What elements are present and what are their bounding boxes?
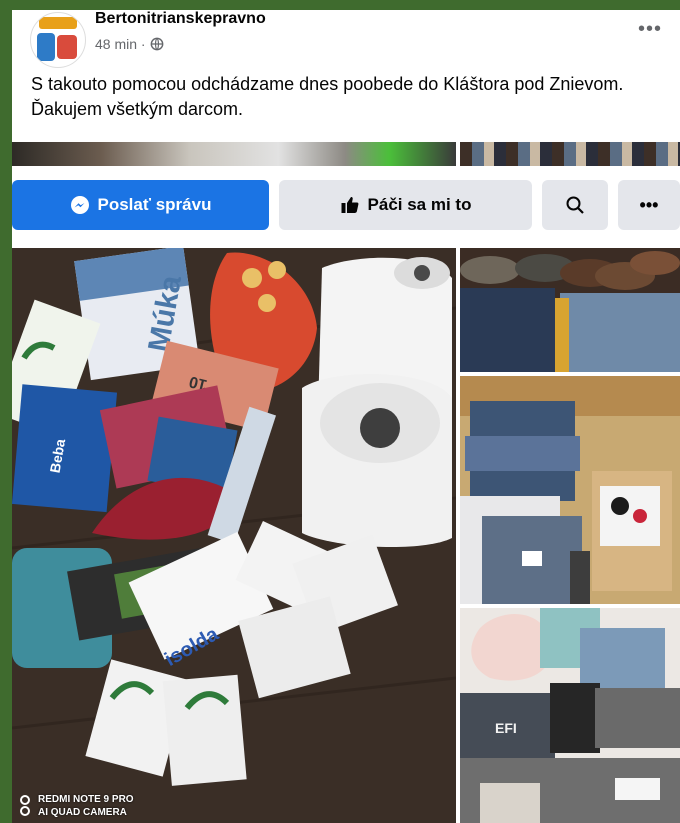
camera-line-2: AI QUAD CAMERA (38, 807, 127, 818)
globe-icon (150, 37, 163, 51)
post-card: Bertonitrianskepravno 48 min · ••• S tak… (12, 10, 680, 823)
photo-main[interactable]: Múka 10 Beba isolda REDMI NOTE 9 PRO AI … (12, 248, 456, 823)
textiles-photo: EFI (460, 608, 680, 823)
photo-grid: Múka 10 Beba isolda REDMI NOTE 9 PRO AI … (12, 248, 680, 823)
page-name[interactable]: Bertonitrianskepravno (95, 10, 266, 28)
messenger-icon (70, 196, 89, 214)
photo-textiles[interactable]: EFI (460, 608, 680, 823)
camera-line-1: REDMI NOTE 9 PRO (38, 794, 134, 805)
shoes-photo (460, 248, 680, 372)
like-page-button[interactable]: Páči sa mi to (279, 180, 532, 230)
more-icon: ••• (639, 194, 659, 215)
page-avatar[interactable] (30, 12, 86, 68)
box-label-text: EFI (495, 720, 517, 736)
donations-photo: Múka 10 Beba isolda (12, 248, 456, 823)
clothes-box-photo (460, 376, 680, 604)
post-meta: 48 min · (95, 36, 164, 52)
camera-logo-icon (20, 795, 30, 816)
thumbs-up-icon (341, 197, 358, 213)
send-message-button[interactable]: Poslať správu (12, 180, 269, 230)
page-actions: Poslať správu Páči sa mi to ••• (12, 180, 680, 232)
camera-watermark: REDMI NOTE 9 PRO AI QUAD CAMERA (18, 793, 134, 819)
like-label: Páči sa mi to (367, 195, 472, 214)
search-icon (566, 196, 584, 214)
photo-shoes-clothes[interactable] (460, 248, 680, 372)
photo-clothes-box[interactable] (460, 376, 680, 604)
more-button[interactable]: ••• (618, 180, 680, 230)
send-message-label: Poslať správu (97, 195, 212, 214)
post-text: S takouto pomocou odchádzame dnes poobed… (31, 74, 624, 119)
search-button[interactable] (542, 180, 608, 230)
cover-photo-strip (12, 142, 680, 166)
post-options-icon[interactable]: ••• (638, 18, 662, 41)
post-time[interactable]: 48 min · (95, 36, 146, 52)
